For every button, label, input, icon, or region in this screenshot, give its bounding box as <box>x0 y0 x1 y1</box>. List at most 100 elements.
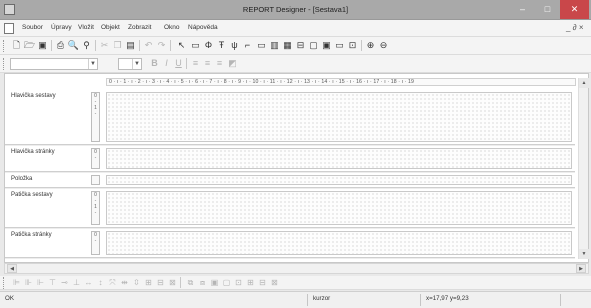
horizontal-scrollbar[interactable]: ◀ ▶ <box>4 263 589 274</box>
section-label: Hlavička stránky <box>11 149 55 155</box>
section-splitter[interactable] <box>5 257 575 259</box>
formula-icon[interactable]: Φ <box>202 39 215 52</box>
toolbar-grip[interactable] <box>3 58 6 70</box>
menu-objekt[interactable]: Objekt <box>101 24 120 31</box>
font-color-icon[interactable]: ◩ <box>226 57 239 70</box>
close-button[interactable]: ✕ <box>560 0 589 19</box>
align-right-icon[interactable]: ≡ <box>213 57 226 70</box>
section-page-footer[interactable]: Patička stránky 0- <box>5 229 575 259</box>
section-report-footer[interactable]: Patička sestavy 0-1- <box>5 189 575 229</box>
grid-snap-icon[interactable]: ⊠ <box>166 276 179 289</box>
zoom-in-icon[interactable]: ⊕ <box>364 39 377 52</box>
menu-bar: Soubor Úpravy Vložit Objekt Zobrazit Okn… <box>0 20 591 37</box>
ruler-tick: - <box>94 155 97 161</box>
menu-napoveda[interactable]: Nápověda <box>188 24 218 31</box>
ole-icon[interactable]: ⊡ <box>346 39 359 52</box>
report-design-area: 0 · ı · 1 · ı · 2 · ı · 3 · ı · 4 · ı · … <box>4 73 589 263</box>
section-grid[interactable] <box>106 191 572 225</box>
toolbar-separator <box>186 58 187 69</box>
toolbar-grip[interactable] <box>3 277 6 289</box>
pointer-icon[interactable]: ↖ <box>175 39 188 52</box>
section-grid[interactable] <box>106 175 572 185</box>
text-icon[interactable]: Ŧ <box>215 39 228 52</box>
print-preview-icon[interactable]: 🔍 <box>67 39 80 52</box>
toolbar-separator <box>139 40 140 51</box>
font-size-select[interactable]: ▼ <box>118 58 142 70</box>
scroll-right-icon[interactable]: ▶ <box>576 264 586 273</box>
ruler-tick: - <box>94 111 97 117</box>
toolbar-grip[interactable] <box>3 40 6 52</box>
object-icon[interactable]: ▣ <box>320 39 333 52</box>
variable-icon[interactable]: ψ <box>228 39 241 52</box>
chevron-down-icon: ▼ <box>132 59 141 69</box>
toolbar-separator <box>95 40 96 51</box>
maximize-button[interactable]: □ <box>535 0 560 19</box>
chevron-down-icon: ▼ <box>88 59 97 69</box>
snap-icon[interactable]: ⊠ <box>268 276 281 289</box>
format-painter-icon[interactable]: ⚲ <box>80 39 93 52</box>
section-grid[interactable] <box>106 92 572 142</box>
open-icon[interactable]: 🗁 <box>23 39 36 52</box>
image-icon[interactable]: ▭ <box>255 39 268 52</box>
status-divider <box>307 294 308 306</box>
ruler-tick: - <box>94 238 97 244</box>
scroll-up-icon[interactable]: ▲ <box>579 78 589 88</box>
vertical-ruler: 0-1- <box>91 191 100 225</box>
section-detail[interactable]: Položka <box>5 173 575 189</box>
toolbar-separator <box>51 40 52 51</box>
section-grid[interactable] <box>106 231 572 255</box>
toolbar-separator <box>180 277 181 288</box>
minimize-button[interactable]: – <box>510 0 535 19</box>
window-title: REPORT Designer - [Sestava1] <box>242 5 349 14</box>
underline-icon[interactable]: U <box>172 57 185 70</box>
status-message: OK <box>5 295 14 302</box>
font-name-select[interactable]: ▼ <box>10 58 98 70</box>
vertical-scrollbar[interactable]: ▲ ▼ <box>578 78 589 259</box>
field-icon[interactable]: ▭ <box>189 39 202 52</box>
line-icon[interactable]: ⌐ <box>241 39 254 52</box>
print-icon[interactable]: ⎙ <box>54 39 67 52</box>
table-icon[interactable]: ▥ <box>268 39 281 52</box>
scroll-left-icon[interactable]: ◀ <box>7 264 17 273</box>
section-label: Patička sestavy <box>11 192 53 198</box>
copy-icon[interactable]: ❐ <box>111 39 124 52</box>
status-divider <box>560 294 561 306</box>
mdi-controls[interactable]: _ ∂ × <box>566 23 584 32</box>
section-report-header[interactable]: Hlavička sestavy 0-1- <box>5 90 575 146</box>
save-icon[interactable]: ▣ <box>36 39 49 52</box>
section-grid[interactable] <box>106 148 572 169</box>
subreport-icon[interactable]: ▭ <box>333 39 346 52</box>
zoom-out-icon[interactable]: ⊖ <box>377 39 390 52</box>
status-divider <box>420 294 421 306</box>
document-icon[interactable] <box>4 23 14 34</box>
ruler-tick: - <box>94 210 97 216</box>
vertical-ruler <box>91 175 100 185</box>
alignment-toolbar: ⊫ ⊪ ⊩ ⊤ ⊸ ⊥ ↔ ↕ ⤧ ⇹ ⇳ ⊞ ⊟ ⊠ ⧉ ⧈ ▣ ▢ ⊡ ⊞ … <box>0 276 591 290</box>
menu-upravy[interactable]: Úpravy <box>51 24 72 31</box>
horizontal-ruler: 0 · ı · 1 · ı · 2 · ı · 3 · ı · 4 · ı · … <box>106 78 576 86</box>
menu-soubor[interactable]: Soubor <box>22 24 43 31</box>
section-label: Hlavička sestavy <box>11 93 56 99</box>
vertical-ruler: 0-1- <box>91 92 100 142</box>
status-bar: OK kurzor x=17,97 y=9,23 <box>0 291 591 308</box>
undo-icon[interactable]: ↶ <box>142 39 155 52</box>
cut-icon[interactable]: ✂ <box>98 39 111 52</box>
new-icon[interactable]: 🗋 <box>10 39 23 52</box>
paste-icon[interactable]: ▤ <box>124 39 137 52</box>
barcode-icon[interactable]: ⊟ <box>294 39 307 52</box>
section-label: Položka <box>11 176 33 182</box>
title-bar: REPORT Designer - [Sestava1] – □ ✕ <box>0 0 591 20</box>
menu-zobrazit[interactable]: Zobrazit <box>128 24 151 31</box>
vertical-ruler: 0- <box>91 148 100 169</box>
scroll-down-icon[interactable]: ▼ <box>579 249 589 259</box>
section-label: Patička stránky <box>11 232 52 238</box>
chart-icon[interactable]: ▦ <box>281 39 294 52</box>
section-page-header[interactable]: Hlavička stránky 0- <box>5 146 575 173</box>
menu-vlozit[interactable]: Vložit <box>78 24 94 31</box>
toolbar-separator <box>361 40 362 51</box>
formatting-toolbar: ▼ ▼ B I U ≡ ≡ ≡ ◩ <box>0 55 591 73</box>
redo-icon[interactable]: ↷ <box>155 39 168 52</box>
frame-icon[interactable]: ▢ <box>307 39 320 52</box>
vertical-ruler: 0- <box>91 231 100 255</box>
menu-okno[interactable]: Okno <box>164 24 180 31</box>
